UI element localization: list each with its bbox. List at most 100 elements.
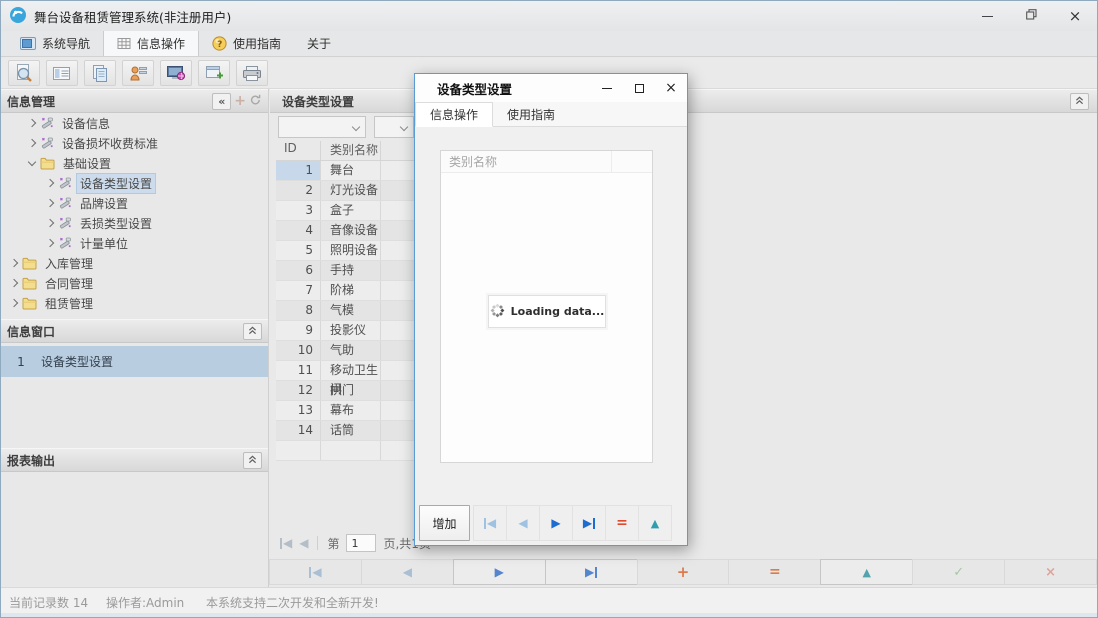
cell-id[interactable]: 14: [276, 421, 321, 440]
chevron-right-icon[interactable]: [46, 219, 54, 227]
tree-item[interactable]: 设备类型设置: [1, 173, 268, 193]
next-button[interactable]: ▶: [539, 505, 573, 541]
filter-dropdown-1[interactable]: [278, 116, 366, 138]
collapse-up-button[interactable]: [243, 452, 262, 469]
screen-view-button[interactable]: [160, 60, 192, 86]
delete-button[interactable]: =: [605, 505, 639, 541]
column-header-name[interactable]: 类别名称: [321, 141, 381, 160]
cell-name[interactable]: 幕布: [321, 401, 381, 420]
chevron-right-icon[interactable]: [10, 259, 18, 267]
dialog-close-button[interactable]: ×: [655, 74, 687, 102]
cell-name[interactable]: 投影仪: [321, 321, 381, 340]
cancel-button[interactable]: ×: [1004, 559, 1097, 585]
chevron-right-icon[interactable]: [46, 179, 54, 187]
cell-id[interactable]: 9: [276, 321, 321, 340]
info-window-row[interactable]: 1 设备类型设置: [1, 346, 268, 377]
cell-name[interactable]: 舞台: [321, 161, 381, 180]
cell-id[interactable]: 11: [276, 361, 321, 380]
last-button[interactable]: ▶: [572, 505, 606, 541]
table-row[interactable]: 10气助: [276, 341, 426, 361]
filter-dropdown-2[interactable]: [374, 116, 414, 138]
minimize-button[interactable]: [965, 1, 1009, 31]
table-row[interactable]: 3盒子: [276, 201, 426, 221]
cell-name[interactable]: 移动卫生间: [321, 361, 381, 380]
cell-id[interactable]: 12: [276, 381, 321, 400]
new-window-button[interactable]: [198, 60, 230, 86]
table-row[interactable]: 13幕布: [276, 401, 426, 421]
table-row[interactable]: 5照明设备: [276, 241, 426, 261]
table-row[interactable]: 14话筒: [276, 421, 426, 441]
tree-item[interactable]: 品牌设置: [1, 193, 268, 213]
chevron-right-icon[interactable]: [46, 239, 54, 247]
chevron-right-icon[interactable]: [28, 119, 36, 127]
tree-item[interactable]: 设备损坏收费标准: [1, 133, 268, 153]
cell-name[interactable]: 盒子: [321, 201, 381, 220]
print-button[interactable]: [236, 60, 268, 86]
next-record-button[interactable]: ▶: [453, 559, 546, 585]
add-icon[interactable]: +: [234, 94, 246, 108]
cell-name[interactable]: 音像设备: [321, 221, 381, 240]
refresh-icon[interactable]: [249, 93, 262, 109]
tree-item[interactable]: 入库管理: [1, 253, 268, 273]
user-settings-button[interactable]: [122, 60, 154, 86]
cell-id[interactable]: 8: [276, 301, 321, 320]
edit-button[interactable]: ▲: [638, 505, 672, 541]
menu-item[interactable]: ?使用指南: [199, 31, 294, 56]
cell-id[interactable]: 5: [276, 241, 321, 260]
cell-id[interactable]: 7: [276, 281, 321, 300]
first-button[interactable]: ◀: [473, 505, 507, 541]
chevron-right-icon[interactable]: [10, 279, 18, 287]
first-page-button[interactable]: ◀: [280, 537, 292, 549]
table-row[interactable]: 7阶梯: [276, 281, 426, 301]
edit-record-button[interactable]: ▲: [820, 559, 913, 585]
chevron-right-icon[interactable]: [10, 299, 18, 307]
column-header-id[interactable]: ID: [276, 141, 321, 160]
close-button[interactable]: ×: [1053, 1, 1097, 31]
table-row[interactable]: 6手持: [276, 261, 426, 281]
table-row[interactable]: 8气模: [276, 301, 426, 321]
tree-item[interactable]: 基础设置: [1, 153, 268, 173]
first-record-button[interactable]: ◀: [269, 559, 362, 585]
cell-id[interactable]: 1: [276, 161, 321, 180]
dialog-tab[interactable]: 信息操作: [415, 102, 493, 127]
menu-item[interactable]: 系统导航: [7, 31, 103, 56]
cell-id[interactable]: 2: [276, 181, 321, 200]
collapse-up-button[interactable]: [243, 323, 262, 340]
tree-item[interactable]: 丢损类型设置: [1, 213, 268, 233]
last-record-button[interactable]: ▶: [545, 559, 638, 585]
table-row[interactable]: 4音像设备: [276, 221, 426, 241]
table-row[interactable]: 12拱门: [276, 381, 426, 401]
cell-name[interactable]: 气助: [321, 341, 381, 360]
collapse-panel-button[interactable]: [1070, 93, 1089, 110]
page-number-input[interactable]: [346, 534, 376, 552]
cell-name[interactable]: 灯光设备: [321, 181, 381, 200]
cell-name[interactable]: 话筒: [321, 421, 381, 440]
list-view-button[interactable]: [46, 60, 78, 86]
add-record-button[interactable]: +: [637, 559, 730, 585]
dialog-maximize-button[interactable]: [623, 74, 655, 102]
cell-id[interactable]: 6: [276, 261, 321, 280]
cell-id[interactable]: 3: [276, 201, 321, 220]
tree-item[interactable]: 设备信息: [1, 113, 268, 133]
search-preview-button[interactable]: [8, 60, 40, 86]
restore-button[interactable]: [1009, 1, 1053, 31]
cell-name[interactable]: 气模: [321, 301, 381, 320]
dialog-minimize-button[interactable]: [591, 74, 623, 102]
tree-item[interactable]: 计量单位: [1, 233, 268, 253]
prev-button[interactable]: ◀: [506, 505, 540, 541]
chevron-right-icon[interactable]: [46, 199, 54, 207]
prev-page-button[interactable]: ◀: [299, 537, 308, 549]
collapse-left-button[interactable]: «: [212, 93, 231, 110]
cell-id[interactable]: 10: [276, 341, 321, 360]
table-row[interactable]: 1舞台: [276, 161, 426, 181]
tree-item[interactable]: 租赁管理: [1, 293, 268, 313]
menu-item[interactable]: 关于: [294, 31, 344, 56]
dialog-tab[interactable]: 使用指南: [493, 102, 569, 126]
cell-id[interactable]: 13: [276, 401, 321, 420]
prev-record-button[interactable]: ◀: [361, 559, 454, 585]
cell-name[interactable]: 拱门: [321, 381, 381, 400]
add-button[interactable]: 增加: [419, 505, 470, 541]
delete-record-button[interactable]: =: [728, 559, 821, 585]
cell-id[interactable]: 4: [276, 221, 321, 240]
chevron-right-icon[interactable]: [28, 139, 36, 147]
